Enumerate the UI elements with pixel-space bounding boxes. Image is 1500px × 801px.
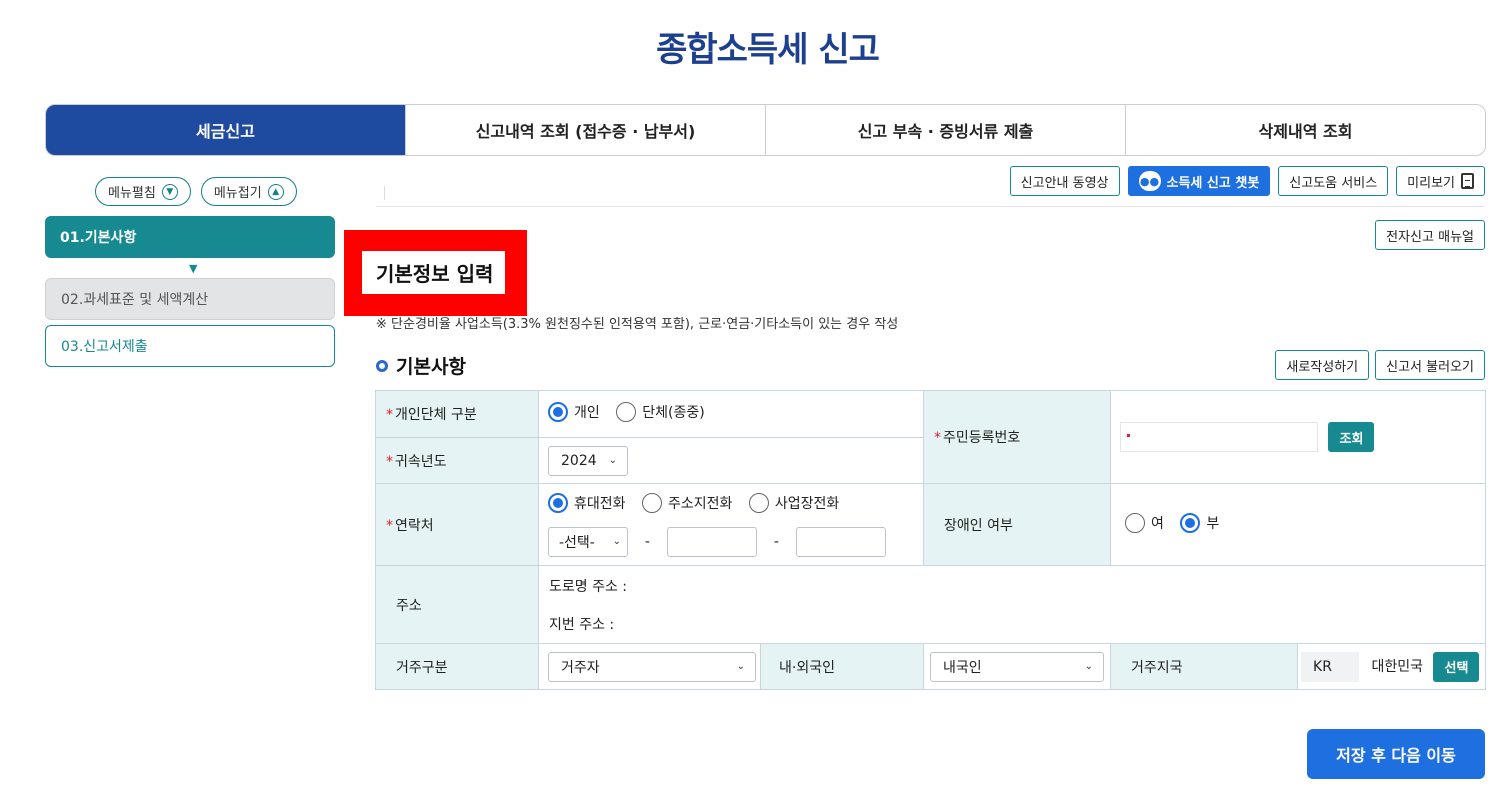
type-label: * 개인단체 구분	[375, 390, 539, 438]
new-write-button[interactable]: 새로작성하기	[1275, 350, 1370, 380]
divider-tick	[384, 186, 385, 200]
basic-info-title: 기본사항	[396, 356, 466, 378]
save-next-button[interactable]: 저장 후 다음 이동	[1307, 729, 1485, 779]
disabled-cell: 여 부	[1110, 483, 1487, 566]
tab-deleted-history[interactable]: 삭제내역 조회	[1125, 105, 1485, 155]
phone-dash: -	[773, 533, 779, 550]
toolbar: 신고안내 동영상 ●● 소득세 신고 챗봇 신고도움 서비스 미리보기	[1009, 166, 1485, 196]
country-cell: KR 대한민국 선택	[1297, 643, 1487, 690]
type-cell: 개인 단체(종중)	[537, 390, 925, 438]
radio-empty-icon	[641, 492, 662, 513]
address-cell: 도로명 주소 : 지번 주소 :	[537, 565, 1487, 644]
basic-info-form: * 개인단체 구분 개인 단체(종중) * 주민등록번호 조회 * 귀속년도 2024…	[375, 390, 1487, 690]
year-label: * 귀속년도	[375, 437, 539, 484]
chevron-up-icon: ▲	[267, 183, 284, 200]
top-tab-bar: 세금신고 신고내역 조회 (접수증 · 납부서) 신고 부속 · 증빙서류 제출…	[45, 104, 1486, 156]
residence-label: 거주구분	[375, 643, 539, 690]
menu-expand-button[interactable]: 메뉴펼침 ▼	[95, 177, 191, 206]
video-guide-button[interactable]: 신고안내 동영상	[1009, 166, 1120, 196]
sidebar-step-submit[interactable]: 03.신고서제출	[45, 325, 335, 367]
preview-label: 미리보기	[1407, 175, 1455, 191]
road-address: 도로명 주소 :	[549, 578, 628, 595]
lot-address: 지번 주소 :	[549, 616, 615, 633]
disabled-label: 장애인 여부	[923, 483, 1112, 566]
sidebar-step-calculation[interactable]: 02.과세표준 및 세액계산	[45, 278, 335, 320]
document-icon	[1461, 173, 1474, 189]
radio-checked-icon	[548, 492, 568, 513]
type-radio-individual[interactable]: 개인	[548, 402, 600, 422]
rrn-input[interactable]	[1120, 422, 1319, 452]
load-return-button[interactable]: 신고서 불러오기	[1375, 350, 1485, 380]
radio-empty-icon	[748, 492, 769, 513]
toolbar-divider	[376, 206, 1485, 207]
tab-tax-filing[interactable]: 세금신고	[46, 105, 405, 155]
step-arrow-icon: ▼	[189, 262, 198, 275]
help-service-button[interactable]: 신고도움 서비스	[1278, 166, 1389, 196]
section-buttons: 새로작성하기 신고서 불러오기	[1275, 350, 1485, 380]
phone-middle-input[interactable]	[666, 526, 757, 557]
phone-prefix-select[interactable]: -선택- ⌄	[548, 526, 628, 557]
residence-cell: 거주자 ⌄	[538, 643, 761, 690]
chatbot-label: 소득세 신고 챗봇	[1166, 175, 1260, 191]
country-code: KR	[1301, 651, 1360, 682]
rrn-cell: 조회	[1110, 390, 1487, 484]
sidebar-step-basic[interactable]: 01.기본사항	[45, 216, 335, 258]
country-select-button[interactable]: 선택	[1433, 651, 1480, 682]
menu-expand-label: 메뉴펼침	[108, 186, 156, 201]
menu-collapse-button[interactable]: 메뉴접기 ▲	[200, 177, 297, 206]
bullet-icon	[376, 359, 388, 372]
chatbot-icon: ●●	[1138, 171, 1161, 191]
radio-checked-icon	[548, 402, 568, 422]
type-radio-group[interactable]: 단체(종중)	[616, 402, 705, 422]
rrn-lookup-button[interactable]: 조회	[1328, 422, 1375, 452]
menu-toggle-group: 메뉴펼침 ▼ 메뉴접기 ▲	[95, 177, 297, 206]
disabled-radio-no[interactable]: 부	[1180, 512, 1219, 533]
nationality-label: 내·외국인	[759, 643, 925, 690]
disabled-radio-yes[interactable]: 여	[1125, 512, 1164, 533]
tab-attachments[interactable]: 신고 부속 · 증빙서류 제출	[765, 105, 1125, 155]
highlight-box: 기본정보 입력	[344, 230, 527, 316]
country-name: 대한민국	[1371, 658, 1423, 675]
phone-dash: -	[644, 533, 650, 550]
year-cell: 2024 ⌄	[537, 437, 925, 484]
rrn-label: * 주민등록번호	[923, 390, 1112, 484]
residence-select[interactable]: 거주자 ⌄	[548, 651, 756, 682]
page-title: 종합소득세 신고	[656, 30, 880, 70]
chevron-down-icon: ▼	[161, 183, 178, 200]
basic-info-header: 기본사항	[376, 352, 466, 379]
manual-button[interactable]: 전자신고 매뉴얼	[1375, 220, 1485, 250]
contact-radio-home[interactable]: 주소지전화	[641, 492, 732, 513]
address-label: 주소	[375, 565, 539, 644]
country-label: 거주지국	[1110, 643, 1299, 690]
radio-checked-icon	[1180, 512, 1201, 533]
contact-label: * 연락처	[375, 483, 539, 566]
contact-radio-mobile[interactable]: 휴대전화	[548, 492, 626, 513]
nationality-select[interactable]: 내국인 ⌄	[930, 651, 1105, 682]
chatbot-button[interactable]: ●● 소득세 신고 챗봇	[1127, 166, 1271, 196]
contact-cell: 휴대전화 주소지전화 사업장전화 -선택- ⌄ - -	[537, 483, 925, 566]
section-heading: 기본정보 입력	[362, 251, 505, 294]
year-select[interactable]: 2024 ⌄	[548, 445, 628, 476]
radio-empty-icon	[616, 402, 637, 422]
phone-last-input[interactable]	[795, 526, 886, 557]
menu-collapse-label: 메뉴접기	[213, 186, 262, 201]
nationality-cell: 내국인 ⌄	[923, 643, 1112, 690]
preview-button[interactable]: 미리보기	[1396, 166, 1485, 196]
radio-empty-icon	[1125, 512, 1146, 533]
tab-filing-history[interactable]: 신고내역 조회 (접수증 · 납부서)	[405, 105, 765, 155]
contact-radio-business[interactable]: 사업장전화	[748, 492, 839, 513]
